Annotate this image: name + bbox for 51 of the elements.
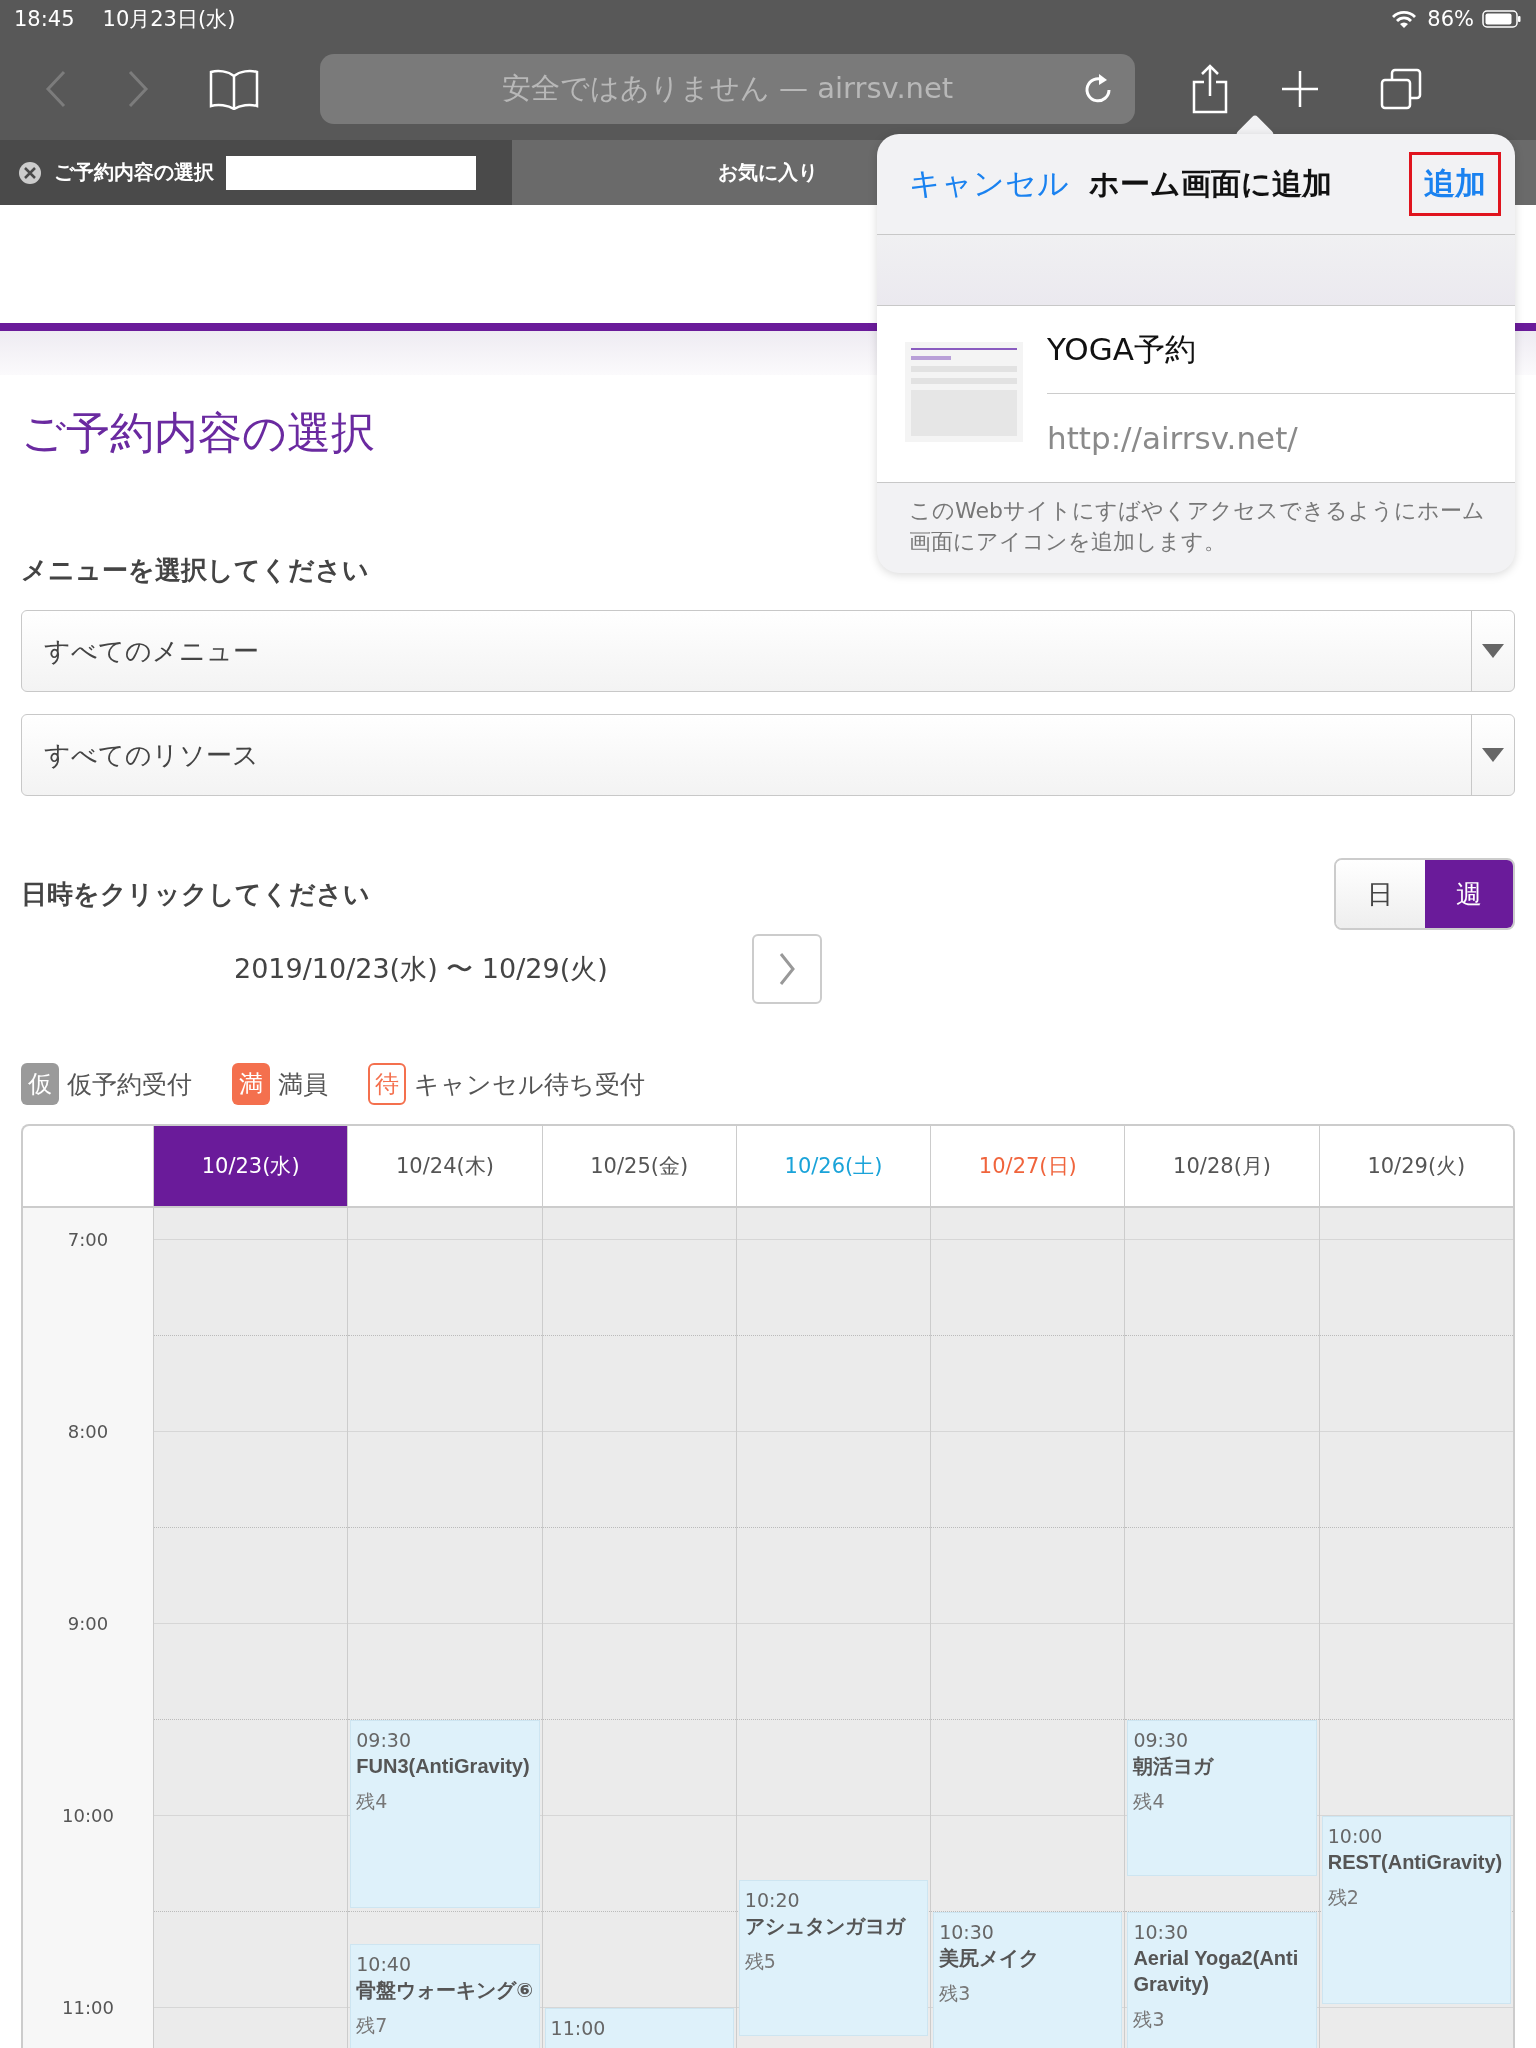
- day-header[interactable]: 10/25(金): [541, 1126, 736, 1208]
- status-date: 10月23日(水): [102, 6, 236, 33]
- date-range: 2019/10/23(水) 〜 10/29(火): [234, 952, 608, 986]
- share-icon[interactable]: [1190, 64, 1230, 114]
- menu-label: メニューを選択してください: [21, 554, 370, 587]
- legend-label: 満員: [278, 1068, 328, 1101]
- day-header[interactable]: 10/28(月): [1124, 1126, 1319, 1208]
- url-text: http://airrsv.net/: [1047, 419, 1299, 458]
- caret-icon: [1481, 747, 1505, 763]
- legend-badge: 待: [368, 1063, 406, 1105]
- view-toggle-button[interactable]: 日: [1336, 860, 1425, 928]
- event-block[interactable]: 10:40 骨盤ウォーキング⑥ 残7: [350, 1944, 540, 2048]
- legend-badge: 仮: [21, 1063, 59, 1105]
- time-label: 11:00: [62, 1996, 114, 2020]
- event-block[interactable]: 10:20 アシュタンガヨガ 残5: [738, 1880, 929, 2036]
- date-label: 日時をクリックしてください: [21, 878, 370, 911]
- book-icon[interactable]: [208, 68, 260, 110]
- view-toggle-button[interactable]: 週: [1424, 860, 1513, 928]
- wifi-icon: [1391, 9, 1418, 29]
- event-block[interactable]: 10:30 美尻メイク 残3: [933, 1912, 1123, 2048]
- popup-title: ホーム画面に追加: [1089, 164, 1333, 203]
- dropdown-select[interactable]: すべてのリソース: [21, 714, 1515, 796]
- event-block[interactable]: 09:30 FUN3(AntiGravity) 残4: [350, 1720, 540, 1908]
- legend-label: 仮予約受付: [67, 1068, 192, 1101]
- event-block[interactable]: 09:30 朝活ヨガ 残4: [1127, 1720, 1317, 1876]
- page-title: ご予約内容の選択: [21, 406, 375, 460]
- caret-icon: [1481, 643, 1505, 659]
- chevron-right-icon: [777, 951, 796, 987]
- battery-percent: 86%: [1427, 7, 1474, 31]
- status-time: 18:45: [14, 7, 75, 31]
- tabs-icon[interactable]: [1380, 68, 1422, 110]
- day-header[interactable]: 10/29(火): [1318, 1126, 1513, 1208]
- legend-label: キャンセル待ち受付: [414, 1068, 645, 1101]
- add-button[interactable]: 追加: [1409, 152, 1501, 216]
- event-block[interactable]: 10:00 REST(AntiGravity) 残2: [1321, 1816, 1511, 2004]
- event-block[interactable]: 10:30 Aerial Yoga2(AntiGravity) 残3: [1127, 1912, 1317, 2048]
- name-field[interactable]: YOGA予約: [1047, 306, 1515, 394]
- popup-note: このWebサイトにすばやくアクセスできるようにホーム画面にアイコンを追加します。: [908, 497, 1486, 556]
- battery-icon: [1482, 9, 1522, 29]
- event-block[interactable]: 11:00: [544, 2008, 734, 2048]
- legend-badge: 満: [232, 1063, 270, 1105]
- day-header[interactable]: 10/24(木): [347, 1126, 542, 1208]
- time-label: 10:00: [62, 1804, 114, 1828]
- day-header[interactable]: 10/23(水): [153, 1126, 348, 1208]
- time-label: 8:00: [67, 1420, 109, 1444]
- time-label: 7:00: [67, 1228, 109, 1252]
- dropdown-select[interactable]: すべてのメニュー: [21, 610, 1515, 692]
- browser-tab[interactable]: ご予約内容の選択: [0, 140, 512, 205]
- close-icon[interactable]: [18, 160, 42, 185]
- time-label: 9:00: [67, 1612, 109, 1636]
- plus-icon[interactable]: [1280, 69, 1320, 109]
